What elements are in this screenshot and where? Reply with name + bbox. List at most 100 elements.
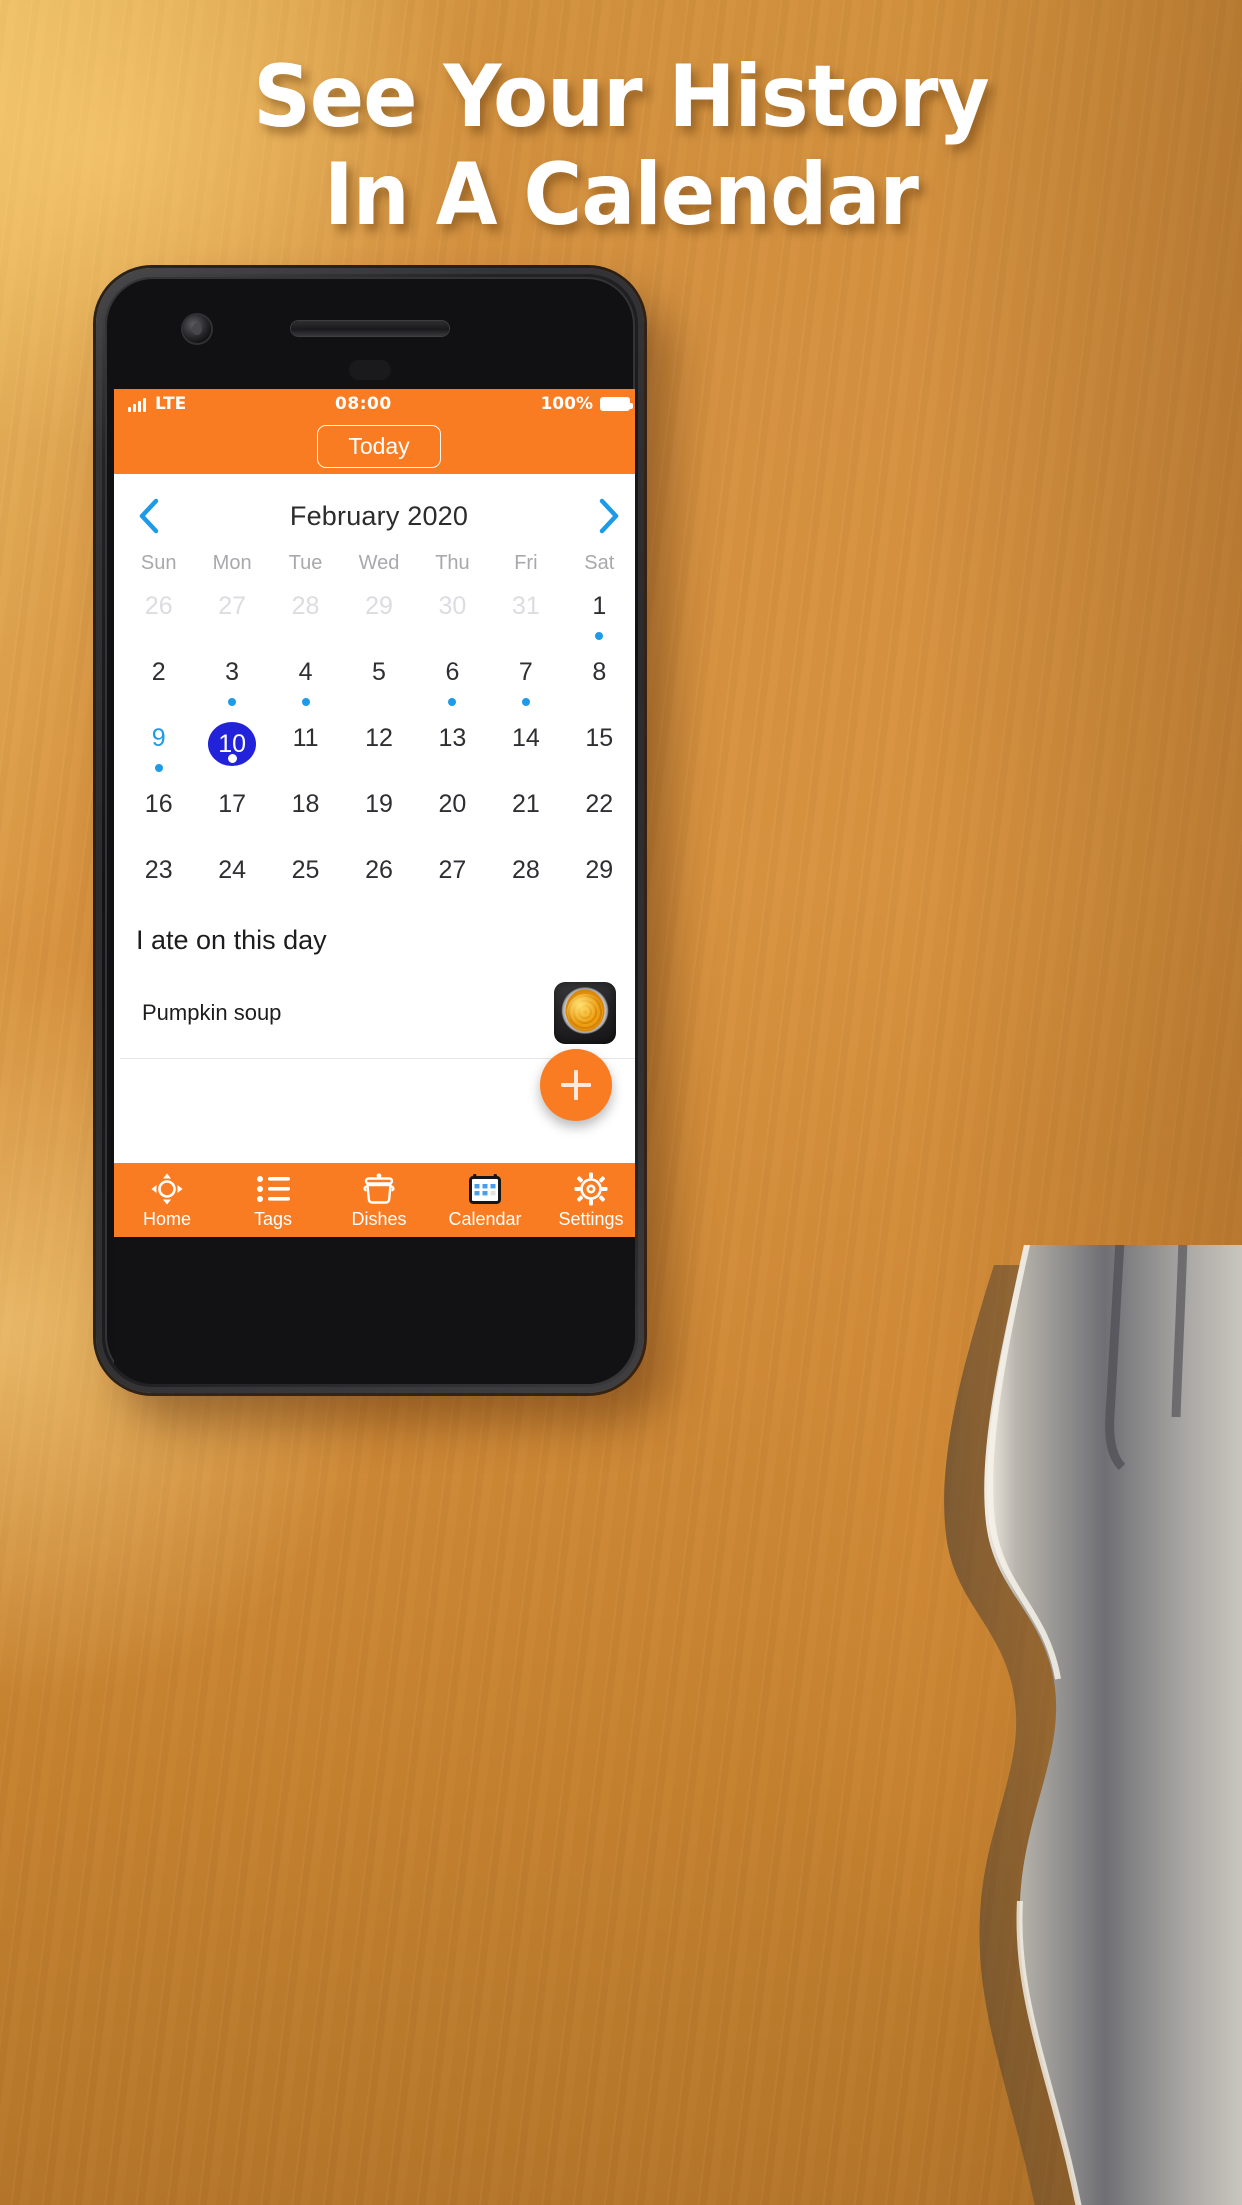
calendar-day-event-dot <box>154 763 163 772</box>
weekday-label-sat: Sat <box>584 552 615 574</box>
calendar-day-cell[interactable]: 1 <box>563 579 635 645</box>
list-icon <box>256 1172 290 1206</box>
calendar-day-cell[interactable]: 26 <box>122 579 195 645</box>
calendar-day-event-dot <box>521 697 530 706</box>
calendar-day-cell[interactable]: 28 <box>269 579 342 645</box>
calendar-day-cell[interactable]: 4 <box>269 645 342 711</box>
fork-photo <box>944 1245 1242 2205</box>
chevron-left-icon[interactable] <box>136 496 162 536</box>
calendar-day-cell[interactable]: 17 <box>195 777 268 843</box>
calendar-day-cell[interactable]: 20 <box>416 777 489 843</box>
calendar-day-cell[interactable]: 3 <box>195 645 268 711</box>
calendar-day-cell[interactable]: 31 <box>489 579 562 645</box>
calendar-day-cell[interactable]: 24 <box>195 843 268 909</box>
calendar-day-cell[interactable]: 19 <box>342 777 415 843</box>
gear-icon <box>574 1172 608 1206</box>
calendar-day-event-dot <box>227 754 237 763</box>
calendar-day-number: 5 <box>372 658 386 686</box>
calendar-day-cell[interactable]: 8 <box>563 645 635 711</box>
calendar-day-cell[interactable]: 29 <box>563 843 635 909</box>
meal-name-label: Pumpkin soup <box>142 1000 282 1025</box>
network-type-label: LTE <box>155 394 187 414</box>
calendar-day-cell[interactable]: 18 <box>269 777 342 843</box>
calendar-day-number: 29 <box>365 592 393 620</box>
tab-label: Tags <box>253 1209 293 1229</box>
calendar-day-number: 13 <box>438 724 467 752</box>
phone-bezel: LTE 08:00 100% Today February 2020 Sun M… <box>105 277 635 1384</box>
plus-icon <box>561 1070 591 1100</box>
add-entry-fab[interactable] <box>540 1049 612 1121</box>
calendar-day-cell[interactable]: 5 <box>342 645 415 711</box>
calendar-day-cell[interactable]: 22 <box>563 777 635 843</box>
calendar-day-cell[interactable]: 13 <box>416 711 489 777</box>
phone-mockup: LTE 08:00 100% Today February 2020 Sun M… <box>96 268 644 1393</box>
tab-calendar[interactable]: Calendar <box>432 1172 538 1228</box>
earpiece-speaker-icon <box>291 321 449 336</box>
calendar-day-number: 24 <box>218 856 247 884</box>
calendar-day-number: 4 <box>298 658 313 686</box>
calendar-icon <box>469 1172 501 1206</box>
status-bar-left: LTE <box>128 394 186 414</box>
calendar-day-number: 15 <box>585 724 614 752</box>
calendar-day-cell[interactable]: 27 <box>416 843 489 909</box>
headline-line-1: See Your History <box>253 47 989 147</box>
battery-full-icon <box>600 397 633 411</box>
tab-label: Home <box>142 1209 191 1229</box>
calendar-day-event-dot <box>228 697 237 706</box>
weekday-label-fri: Fri <box>514 552 538 574</box>
meal-list-item[interactable]: Pumpkin soup <box>120 970 635 1059</box>
status-bar-right: 100% <box>540 394 633 414</box>
weekday-label-wed: Wed <box>358 552 400 574</box>
signal-bars-icon <box>128 397 146 412</box>
chevron-right-icon[interactable] <box>596 496 622 536</box>
calendar-day-cell[interactable]: 7 <box>489 645 562 711</box>
calendar-day-cell[interactable]: 15 <box>563 711 635 777</box>
calendar-day-number: 29 <box>585 856 614 884</box>
calendar-day-number: 9 <box>151 724 166 752</box>
app-screen: LTE 08:00 100% Today February 2020 Sun M… <box>114 389 635 1237</box>
calendar-day-number: 28 <box>511 856 540 884</box>
calendar-day-cell[interactable]: 25 <box>269 843 342 909</box>
calendar-day-cell[interactable]: 9 <box>122 711 195 777</box>
meal-list: Pumpkin soup <box>114 970 635 1059</box>
calendar-day-cell[interactable]: 26 <box>342 843 415 909</box>
tab-settings[interactable]: Settings <box>538 1172 635 1228</box>
home-sun-icon <box>150 1172 184 1206</box>
calendar-day-cell[interactable]: 2 <box>122 645 195 711</box>
calendar-day-cell[interactable]: 12 <box>342 711 415 777</box>
calendar-day-number: 11 <box>292 724 319 752</box>
front-camera-icon <box>183 315 211 343</box>
tab-label: Calendar <box>448 1209 522 1229</box>
calendar-day-number: 26 <box>144 592 173 620</box>
calendar-day-cell[interactable]: 30 <box>416 579 489 645</box>
calendar-day-number: 27 <box>438 856 467 884</box>
calendar-day-cell[interactable]: 27 <box>195 579 268 645</box>
today-button[interactable]: Today <box>317 425 441 468</box>
calendar-day-cell[interactable]: 16 <box>122 777 195 843</box>
calendar-day-cell[interactable]: 29 <box>342 579 415 645</box>
tab-home[interactable]: Home <box>114 1172 220 1228</box>
calendar-day-cell[interactable]: 28 <box>489 843 562 909</box>
calendar-day-number: 12 <box>365 724 393 752</box>
weekday-label-thu: Thu <box>435 552 470 574</box>
calendar-day-event-dot <box>448 697 457 706</box>
weekday-label-mon: Mon <box>212 552 252 574</box>
calendar-day-number: 23 <box>144 856 173 884</box>
month-navigation: February 2020 <box>114 474 635 546</box>
calendar-day-cell[interactable]: 10 <box>195 711 268 777</box>
calendar-day-number: 30 <box>438 592 467 620</box>
tab-dishes[interactable]: Dishes <box>326 1172 432 1228</box>
calendar-day-cell[interactable]: 23 <box>122 843 195 909</box>
calendar-day-cell[interactable]: 21 <box>489 777 562 843</box>
calendar-day-cell[interactable]: 14 <box>489 711 562 777</box>
tab-label: Dishes <box>351 1209 407 1229</box>
calendar-grid: 26 27 28 29 30 31 1 2 3 4 5 6 7 8 9 10 11 12 13 14 15 16 17 18 1… <box>114 577 635 909</box>
proximity-sensor-icon <box>349 360 391 380</box>
calendar-day-cell[interactable]: 11 <box>269 711 342 777</box>
tab-label: Settings <box>558 1209 624 1229</box>
calendar-day-number: 8 <box>592 658 607 686</box>
promo-headline: See Your History In A Calendar <box>43 48 1198 244</box>
tab-tags[interactable]: Tags <box>220 1172 326 1228</box>
weekday-label-sun: Sun <box>140 552 177 574</box>
calendar-day-cell[interactable]: 6 <box>416 645 489 711</box>
